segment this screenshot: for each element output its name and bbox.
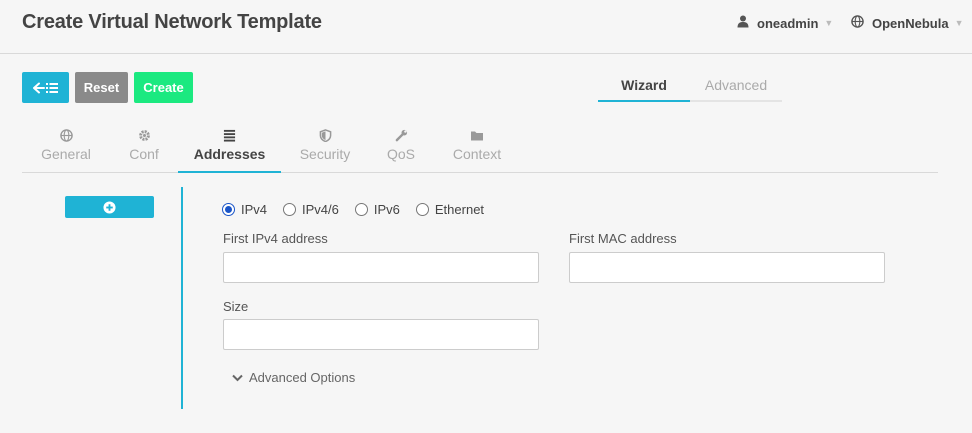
tab-context[interactable]: Context (447, 127, 507, 173)
zone-name: OpenNebula (872, 15, 949, 31)
globe-icon (22, 129, 110, 145)
folder-icon (447, 129, 507, 145)
wrench-icon (381, 129, 421, 145)
tab-addresses[interactable]: Addresses (178, 127, 281, 173)
address-range-divider (181, 187, 183, 409)
radio-ethernet[interactable]: Ethernet (415, 202, 485, 217)
radio-ipv4[interactable]: IPv4 (222, 202, 267, 217)
tab-advanced[interactable]: Advanced (690, 72, 782, 100)
radio-button[interactable] (354, 203, 368, 216)
tab-label: Context (452, 146, 502, 162)
page-title: Create Virtual Network Template (22, 11, 322, 33)
size-label: Size (223, 299, 249, 314)
add-address-range-button[interactable] (65, 196, 154, 218)
advanced-options-label: Advanced Options (249, 370, 356, 385)
radio-button[interactable] (222, 203, 235, 216)
radio-ipv4-6[interactable]: IPv4/6 (283, 202, 339, 217)
chevron-down-icon (232, 374, 243, 381)
tab-qos[interactable]: QoS (381, 127, 421, 173)
tab-label: QoS (386, 146, 415, 162)
radio-button[interactable] (283, 203, 297, 216)
plus-circle-icon (103, 200, 116, 214)
reset-button[interactable]: Reset (75, 72, 128, 103)
radio-label: Ethernet (434, 202, 485, 217)
first-mac-label: First MAC address (569, 231, 677, 246)
tab-general[interactable]: General (22, 127, 110, 173)
radio-label: IPv4 (241, 202, 268, 217)
size-input[interactable] (223, 319, 539, 350)
radio-label: IPv6 (373, 202, 400, 217)
zone-menu[interactable]: OpenNebula ▼ (851, 15, 964, 31)
tab-conf[interactable]: Conf (118, 127, 170, 173)
globe-icon (851, 15, 864, 31)
radio-ipv6[interactable]: IPv6 (354, 202, 400, 217)
address-type-radios: IPv4 IPv4/6 IPv6 Ethernet (222, 202, 500, 217)
tab-label: General (41, 146, 91, 162)
chevron-down-icon: ▼ (954, 18, 964, 28)
gear-icon (118, 129, 170, 145)
page-header: Create Virtual Network Template oneadmin… (0, 0, 972, 54)
first-ipv4-input[interactable] (223, 252, 539, 283)
back-to-list-icon (32, 82, 58, 93)
tab-label: Security (299, 146, 351, 162)
chevron-down-icon: ▼ (824, 18, 834, 28)
list-icon (178, 129, 281, 145)
shield-icon (294, 129, 356, 145)
advanced-options-toggle[interactable]: Advanced Options (232, 370, 355, 385)
first-ipv4-label: First IPv4 address (223, 231, 328, 246)
tab-label: Addresses (193, 146, 266, 162)
user-icon (737, 15, 749, 31)
tab-wizard[interactable]: Wizard (598, 72, 690, 102)
radio-label: IPv4/6 (302, 202, 339, 217)
tab-label: Conf (129, 146, 159, 162)
back-to-list-button[interactable] (22, 72, 69, 103)
first-mac-input[interactable] (569, 252, 885, 283)
user-name: oneadmin (757, 15, 819, 31)
section-tabs: General Conf Addresses Security QoS Cont… (22, 127, 938, 173)
create-button[interactable]: Create (134, 72, 193, 103)
tab-security[interactable]: Security (294, 127, 356, 173)
radio-button[interactable] (415, 203, 429, 216)
user-menu[interactable]: oneadmin ▼ (737, 15, 833, 31)
mode-tabs: Wizard Advanced (598, 72, 782, 102)
